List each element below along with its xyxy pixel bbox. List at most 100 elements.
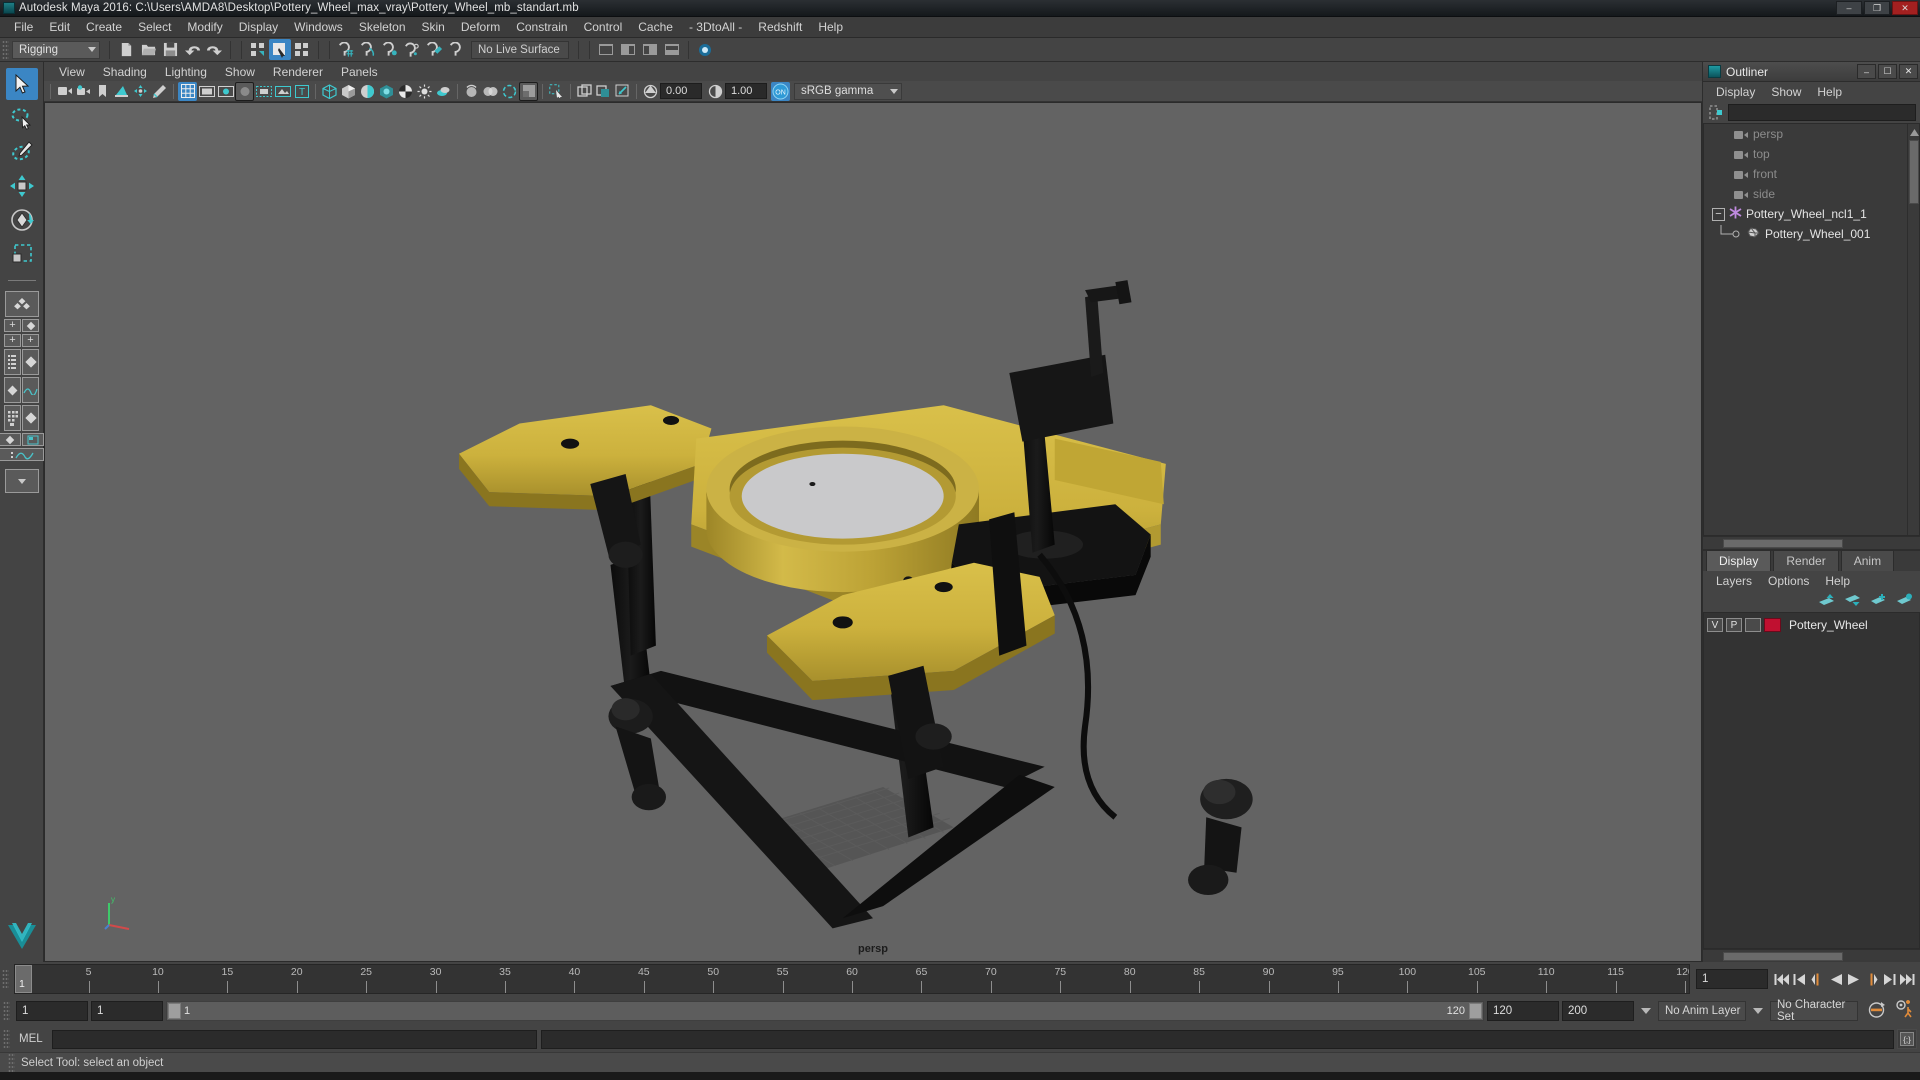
rotate-tool[interactable] — [6, 204, 38, 236]
step-back-frame-icon[interactable] — [1809, 970, 1826, 988]
scale-tool[interactable] — [6, 238, 38, 270]
bookmark-icon[interactable] — [93, 82, 112, 101]
viewport-menu-renderer[interactable]: Renderer — [264, 64, 332, 80]
range-end-handle[interactable] — [1469, 1003, 1482, 1019]
show-hide-editors-icon[interactable] — [595, 39, 617, 60]
snap-to-projected-center-icon[interactable] — [401, 39, 423, 60]
animation-preferences-icon[interactable] — [1895, 1000, 1914, 1022]
smooth-shade-icon[interactable] — [339, 82, 358, 101]
animation-start-time-field[interactable]: 1 — [16, 1001, 88, 1021]
xray-active-icon[interactable] — [575, 82, 594, 101]
playback-end-time-field[interactable]: 120 — [1487, 1001, 1559, 1021]
play-backwards-icon[interactable] — [1827, 970, 1844, 988]
snap-to-curve-icon[interactable] — [357, 39, 379, 60]
step-forward-keyframe-icon[interactable] — [1881, 970, 1898, 988]
persp-graph-pane-layout[interactable] — [0, 448, 44, 461]
anim-layer-dropdown[interactable]: No Anim Layer — [1658, 1001, 1746, 1021]
hypershade-pane-layout[interactable] — [22, 405, 39, 431]
multisample-icon[interactable] — [500, 82, 519, 101]
xray-icon[interactable] — [273, 82, 292, 101]
anim-layer-chevron-icon[interactable] — [1641, 1008, 1651, 1014]
perspective-viewport[interactable]: y persp — [44, 102, 1702, 962]
lasso-select-tool[interactable] — [6, 102, 38, 134]
image-plane-icon[interactable] — [112, 82, 131, 101]
color-management-dropdown[interactable]: sRGB gamma — [794, 82, 902, 100]
playback-start-time-field[interactable]: 1 — [91, 1001, 163, 1021]
save-scene-icon[interactable] — [159, 39, 181, 60]
select-camera-icon[interactable] — [55, 82, 74, 101]
two-pane-side-layout[interactable]: + — [4, 334, 21, 347]
camera-attributes-icon[interactable] — [74, 82, 93, 101]
move-layer-down-icon[interactable] — [1843, 593, 1862, 610]
range-start-handle[interactable] — [168, 1003, 181, 1019]
outliner-item-persp[interactable]: persp — [1704, 124, 1919, 144]
snap-to-grid-icon[interactable] — [335, 39, 357, 60]
close-button[interactable]: ✕ — [1892, 1, 1918, 15]
resolution-gate-icon[interactable] — [216, 82, 235, 101]
menu-skeleton[interactable]: Skeleton — [351, 17, 414, 37]
gamma-icon[interactable] — [706, 82, 725, 101]
two-pane-stacked-layout[interactable]: + — [22, 334, 39, 347]
options-menu[interactable]: Options — [1760, 573, 1817, 589]
graph-editor-layout[interactable] — [22, 377, 39, 403]
layer-color-swatch[interactable] — [1764, 618, 1781, 632]
film-origin-icon[interactable] — [254, 82, 273, 101]
film-gate-icon[interactable] — [197, 82, 216, 101]
paint-select-tool[interactable] — [6, 136, 38, 168]
persp-relationship-layout[interactable] — [22, 433, 44, 446]
animation-end-time-field[interactable]: 200 — [1562, 1001, 1634, 1021]
outliner-menu-display[interactable]: Display — [1708, 84, 1763, 100]
persp-pane-layout[interactable] — [22, 349, 39, 375]
help-line-gripper[interactable] — [8, 1052, 15, 1073]
menu-constrain[interactable]: Constrain — [508, 17, 575, 37]
go-to-start-icon[interactable] — [1773, 970, 1790, 988]
shaded-wireframe-icon[interactable] — [358, 82, 377, 101]
layer-state-toggle[interactable] — [1745, 618, 1761, 632]
wireframe-icon[interactable] — [320, 82, 339, 101]
auto-keyframe-icon[interactable] — [1867, 1000, 1886, 1022]
scroll-up-icon[interactable] — [1909, 125, 1919, 139]
outliner-hscroll-thumb[interactable] — [1723, 539, 1843, 548]
command-line-gripper[interactable] — [3, 1029, 10, 1049]
outliner-scroll-thumb[interactable] — [1909, 140, 1919, 204]
minimize-button[interactable]: – — [1836, 1, 1862, 15]
exposure-field[interactable]: 0.00 — [660, 83, 702, 99]
command-input[interactable] — [51, 1029, 537, 1049]
menu-deform[interactable]: Deform — [453, 17, 508, 37]
menu-3dtoall[interactable]: - 3DtoAll - — [681, 17, 750, 37]
live-surface-field[interactable]: No Live Surface — [471, 40, 569, 59]
menu-cache[interactable]: Cache — [630, 17, 681, 37]
viewport-menu-show[interactable]: Show — [216, 64, 264, 80]
outliner-item-pottery-wheel-001[interactable]: Pottery_Wheel_001 — [1704, 224, 1919, 244]
select-by-component-icon[interactable] — [291, 39, 313, 60]
open-scene-icon[interactable] — [137, 39, 159, 60]
time-slider-gripper[interactable] — [2, 969, 9, 989]
range-slider[interactable]: 1 120 — [166, 1001, 1484, 1021]
persp-graph-layout[interactable] — [4, 377, 21, 403]
grease-pencil-icon[interactable] — [150, 82, 169, 101]
color-management-toggle[interactable]: ON — [771, 81, 790, 101]
redo-icon[interactable] — [203, 39, 225, 60]
menu-file[interactable]: File — [6, 17, 41, 37]
persp-only-layout[interactable] — [22, 319, 39, 332]
xray-joints-icon[interactable] — [547, 82, 566, 101]
layout-more-button[interactable] — [4, 469, 39, 493]
render-view-icon[interactable] — [694, 39, 716, 60]
select-by-object-icon[interactable] — [269, 39, 291, 60]
menu-display[interactable]: Display — [231, 17, 286, 37]
move-tool[interactable] — [6, 170, 38, 202]
outliner-maximize-button[interactable]: ☐ — [1878, 64, 1897, 79]
menu-skin[interactable]: Skin — [414, 17, 453, 37]
snap-to-view-plane-icon[interactable] — [423, 39, 445, 60]
tool-settings-icon[interactable] — [639, 39, 661, 60]
menu-redshift[interactable]: Redshift — [750, 17, 810, 37]
gamma-field[interactable]: 1.00 — [725, 83, 767, 99]
viewport-menu-view[interactable]: View — [50, 64, 94, 80]
script-editor-icon[interactable]: {;} — [1897, 1029, 1917, 1049]
go-to-end-icon[interactable] — [1899, 970, 1916, 988]
attribute-editor-icon[interactable] — [617, 39, 639, 60]
substitute-geometry-icon[interactable] — [613, 82, 632, 101]
menu-create[interactable]: Create — [78, 17, 130, 37]
outliner-tree[interactable]: persp top front side − Pottery_Wheel_ncl… — [1703, 123, 1920, 536]
layer-visibility-toggle[interactable]: V — [1707, 618, 1723, 632]
